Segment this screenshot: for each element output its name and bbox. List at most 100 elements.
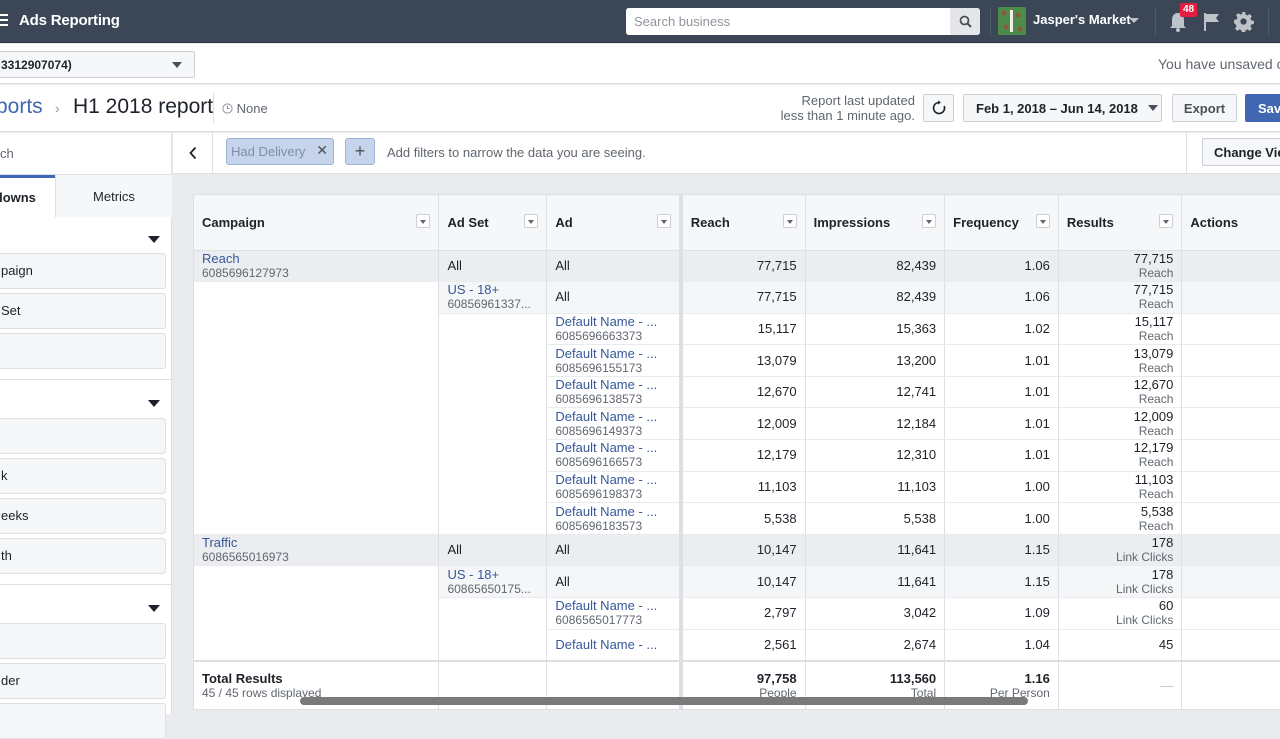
breakdown-item[interactable]: eeks xyxy=(0,498,166,534)
campaign-cell xyxy=(194,344,440,377)
ad-cell[interactable]: Default Name - ... 6085696183573 xyxy=(546,502,683,535)
ad-account-selector[interactable]: 3312907074) xyxy=(0,51,195,78)
horizontal-scrollbar[interactable] xyxy=(300,697,1028,705)
search-input[interactable] xyxy=(626,8,950,35)
chevron-down-icon xyxy=(172,62,182,68)
column-header-frequency[interactable]: Frequency xyxy=(944,195,1059,251)
ad-cell[interactable]: Default Name - ... 6085696149373 xyxy=(546,407,683,441)
date-range-picker[interactable]: Feb 1, 2018 – Jun 14, 2018 xyxy=(963,94,1162,122)
campaign-cell[interactable]: Reach 6085696127973 xyxy=(194,250,440,283)
table-row[interactable]: Default Name - ... 6085696198373 11,103 11,… xyxy=(194,471,1280,504)
table-row[interactable]: Default Name - ... 6085696155173 13,079 13,… xyxy=(194,344,1280,377)
table-row[interactable]: Default Name - ... 6085696166573 12,179 12,… xyxy=(194,439,1280,472)
column-header-label: Impressions xyxy=(813,214,891,230)
tab-breakdowns[interactable]: lowns xyxy=(0,175,55,217)
sort-dropdown-icon[interactable] xyxy=(524,214,539,228)
breakdown-item[interactable] xyxy=(0,418,166,454)
adset-name-link[interactable]: US - 18+ xyxy=(447,567,538,582)
ad-name-link[interactable]: Default Name - ... xyxy=(555,314,670,329)
column-header-impressions[interactable]: Impressions xyxy=(805,195,946,251)
save-button[interactable]: Save xyxy=(1245,94,1280,122)
column-header-reach[interactable]: Reach xyxy=(680,195,806,251)
account-name[interactable]: Jasper's Market xyxy=(1033,12,1131,27)
ad-name-link[interactable]: Default Name - ... xyxy=(555,378,670,392)
sort-dropdown-icon[interactable] xyxy=(922,214,937,228)
table-row[interactable]: Traffic 6086565016973 All All 10,147 11,641 1.… xyxy=(194,534,1280,567)
collapse-caret-icon[interactable] xyxy=(148,400,160,407)
tab-metrics[interactable]: Metrics xyxy=(55,175,172,217)
table-row[interactable]: Default Name - ... 6086565017773 2,797 3,04… xyxy=(194,597,1280,630)
breakdown-item[interactable]: Set xyxy=(0,293,166,329)
ad-name-link[interactable]: Default Name - ... xyxy=(555,637,670,652)
breadcrumb-reports-link[interactable]: ports xyxy=(0,95,43,119)
result-type: Link Clicks xyxy=(1116,613,1174,628)
breakdown-item[interactable]: k xyxy=(0,458,166,494)
sort-dropdown-icon[interactable] xyxy=(782,214,797,228)
column-header-campaign[interactable]: Campaign xyxy=(194,195,440,251)
campaign-name-link[interactable]: Traffic xyxy=(202,535,430,550)
column-header-results[interactable]: Results xyxy=(1058,195,1183,251)
sidebar-search-input[interactable]: ch xyxy=(0,133,171,175)
collapse-caret-icon[interactable] xyxy=(148,605,160,612)
column-header-adset[interactable]: Ad Set xyxy=(438,195,548,251)
results-cell: 12,670 Reach xyxy=(1058,376,1183,409)
search-button[interactable] xyxy=(950,8,980,35)
add-filter-button[interactable]: + xyxy=(345,138,375,165)
ad-name-link[interactable]: Default Name - ... xyxy=(555,441,670,455)
collapse-sidebar-button[interactable] xyxy=(173,133,213,173)
ad-name-link[interactable]: Default Name - ... xyxy=(555,472,670,487)
collapse-caret-icon[interactable] xyxy=(148,236,160,243)
close-icon[interactable]: ✕ xyxy=(316,142,328,159)
change-view-button[interactable]: Change Vie xyxy=(1202,138,1280,166)
adset-name-link[interactable]: US - 18+ xyxy=(447,283,538,297)
breakdown-item[interactable]: th xyxy=(0,538,166,574)
ad-cell[interactable]: Default Name - ... 6085696198373 xyxy=(546,471,683,504)
breakdown-item[interactable] xyxy=(0,333,166,369)
column-header-ad[interactable]: Ad xyxy=(546,195,683,251)
table-row[interactable]: Reach 6085696127973 All All 77,715 82,439 1.06… xyxy=(194,250,1280,283)
ad-cell[interactable]: Default Name - ... 6086565017773 xyxy=(546,597,683,630)
sort-dropdown-icon[interactable] xyxy=(1159,214,1174,228)
table-row[interactable]: Default Name - ... 6085696663373 15,117 15,… xyxy=(194,313,1280,346)
table-row[interactable]: Default Name - ... 2,561 2,674 1.04 45 xyxy=(194,629,1280,662)
refresh-button[interactable] xyxy=(923,94,954,122)
column-header-actions[interactable]: Actions xyxy=(1181,195,1280,251)
adset-cell[interactable]: US - 18+ 60865650175... xyxy=(438,565,548,599)
report-title[interactable]: H1 2018 report xyxy=(73,95,213,119)
table-row[interactable]: US - 18+ 60865650175... All 10,147 11,641 1.1… xyxy=(194,565,1280,599)
ad-name-link[interactable]: Default Name - ... xyxy=(555,346,670,361)
campaign-cell[interactable]: Traffic 6086565016973 xyxy=(194,534,440,567)
sort-dropdown-icon[interactable] xyxy=(1035,214,1050,228)
ad-cell[interactable]: Default Name - ... xyxy=(546,629,683,662)
ad-cell[interactable]: Default Name - ... 6085696663373 xyxy=(546,313,683,346)
adset-cell: All xyxy=(438,534,548,567)
table-row[interactable]: Default Name - ... 6085696149373 12,009 12,… xyxy=(194,407,1280,441)
sort-dropdown-icon[interactable] xyxy=(416,214,431,228)
settings-button[interactable] xyxy=(1233,11,1254,37)
filter-chip[interactable]: Had Delivery ✕ xyxy=(226,138,334,165)
table-row[interactable]: Default Name - ... 6085696183573 5,538 5,53… xyxy=(194,502,1280,535)
campaign-name-link[interactable]: Reach xyxy=(202,251,430,266)
ad-name-link[interactable]: Default Name - ... xyxy=(555,599,670,613)
sort-dropdown-icon[interactable] xyxy=(656,214,671,228)
ad-cell[interactable]: Default Name - ... 6085696166573 xyxy=(546,439,683,472)
menu-icon[interactable] xyxy=(0,14,8,28)
export-button[interactable]: Export xyxy=(1172,94,1237,122)
table-row[interactable]: Default Name - ... 6085696138573 12,670 12,… xyxy=(194,376,1280,409)
actions-cell xyxy=(1181,597,1280,630)
app-title[interactable]: Ads Reporting xyxy=(19,12,120,29)
breakdown-item[interactable] xyxy=(0,623,166,659)
breakdown-item[interactable] xyxy=(0,703,166,739)
breakdown-item[interactable]: paign xyxy=(0,253,166,289)
schedule-status[interactable]: None xyxy=(222,101,268,116)
account-avatar[interactable] xyxy=(998,7,1026,35)
adset-cell[interactable]: US - 18+ 60856961337... xyxy=(438,281,548,314)
ad-cell[interactable]: Default Name - ... 6085696138573 xyxy=(546,376,683,409)
ad-name-link[interactable]: Default Name - ... xyxy=(555,504,670,519)
ad-cell[interactable]: Default Name - ... 6085696155173 xyxy=(546,344,683,377)
chevron-down-icon[interactable] xyxy=(1129,18,1139,23)
ad-name-link[interactable]: Default Name - ... xyxy=(555,409,670,424)
flag-button[interactable] xyxy=(1203,12,1221,37)
table-row[interactable]: US - 18+ 60856961337... All 77,715 82,439 1.0… xyxy=(194,281,1280,314)
breakdown-item[interactable]: der xyxy=(0,663,166,699)
